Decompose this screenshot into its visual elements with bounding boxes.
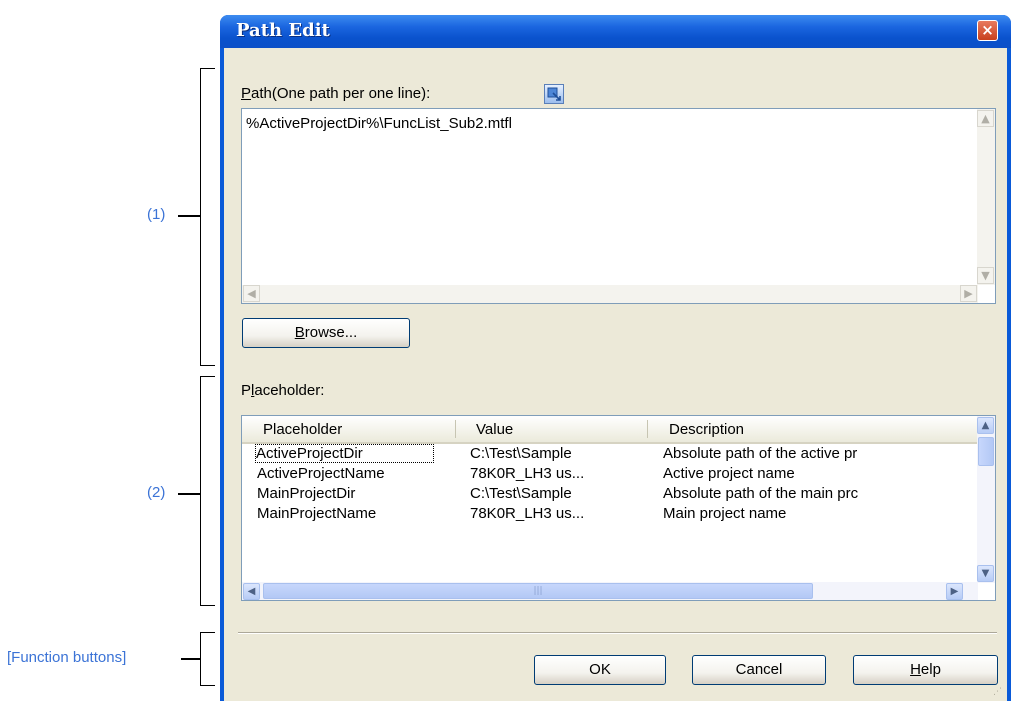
annotation-section-2-bracket (200, 376, 215, 606)
list-horizontal-scrollbar[interactable]: ◀ ||| ▶ (242, 582, 978, 600)
browse-mnemonic: B (294, 324, 305, 341)
scroll-left-arrow-icon[interactable]: ◀ (243, 285, 260, 302)
browse-button[interactable]: Browse... (242, 318, 410, 348)
path-label-mnemonic: P (241, 85, 252, 102)
list-item[interactable]: MainProjectName 78K0R_LH3 us... Main pro… (242, 505, 978, 525)
list-item-placeholder: MainProjectDir (257, 485, 356, 502)
annotation-function-buttons-label: [Function buttons] (7, 649, 127, 666)
scroll-down-arrow-icon[interactable]: ▼ (977, 267, 994, 284)
list-item-value: 78K0R_LH3 us... (470, 465, 585, 482)
cancel-button[interactable]: Cancel (692, 655, 826, 685)
column-header-description[interactable]: Description (669, 421, 744, 438)
list-item-value: 78K0R_LH3 us... (470, 505, 585, 522)
browse-label: rowse... (304, 324, 358, 341)
path-textarea-value: %ActiveProjectDir%\FuncList_Sub2.mtfl (246, 115, 512, 132)
scroll-up-arrow-icon[interactable]: ▲ (977, 417, 994, 434)
annotation-section-2-tick (178, 493, 200, 495)
close-button[interactable]: × (977, 20, 998, 41)
placeholder-label-first: P (241, 382, 252, 399)
placeholder-insert-icon[interactable] (544, 84, 564, 104)
path-textarea[interactable]: %ActiveProjectDir%\FuncList_Sub2.mtfl ▲ … (241, 108, 996, 304)
list-item[interactable]: ActiveProjectDir C:\Test\Sample Absolute… (242, 444, 978, 465)
column-divider[interactable] (455, 420, 456, 438)
column-header-value[interactable]: Value (476, 421, 513, 438)
path-label-text: ath(One path per one line): (251, 85, 431, 102)
annotation-section-1-bracket (200, 68, 215, 366)
list-item-description: Absolute path of the main prc (663, 485, 859, 502)
annotation-section-1-tick (178, 215, 200, 217)
help-label: elp (920, 661, 941, 678)
annotation-section-1-label: (1) (147, 206, 166, 223)
list-item[interactable]: ActiveProjectName 78K0R_LH3 us... Active… (242, 465, 978, 485)
column-divider[interactable] (647, 420, 648, 438)
path-vertical-scrollbar[interactable]: ▲ ▼ (977, 109, 995, 285)
scroll-left-arrow-icon[interactable]: ◀ (243, 583, 260, 600)
scroll-right-arrow-icon[interactable]: ▶ (946, 583, 963, 600)
title-bar[interactable]: Path Edit × (220, 15, 1011, 48)
vertical-scroll-thumb[interactable] (978, 437, 994, 466)
path-horizontal-scrollbar[interactable]: ◀ ▶ (242, 285, 978, 303)
cancel-label: Cancel (735, 661, 783, 678)
list-item-placeholder: MainProjectName (257, 505, 377, 522)
annotation-function-buttons-tick (181, 658, 200, 660)
placeholder-label: Placeholder: (241, 382, 324, 399)
scroll-down-arrow-icon[interactable]: ▼ (977, 565, 994, 582)
list-item-placeholder: ActiveProjectName (257, 465, 385, 482)
close-icon: × (981, 21, 994, 39)
list-item-value: C:\Test\Sample (470, 445, 572, 462)
button-divider (238, 632, 997, 634)
scroll-right-arrow-icon[interactable]: ▶ (960, 285, 977, 302)
annotation-function-buttons-bracket (200, 632, 215, 686)
path-label: Path(One path per one line): (241, 85, 430, 102)
placeholder-list[interactable]: Placeholder Value Description ActiveProj… (241, 415, 996, 601)
list-vertical-scrollbar[interactable]: ▲ ▼ (977, 416, 995, 583)
help-mnemonic: H (910, 661, 921, 678)
help-button[interactable]: Help (853, 655, 998, 685)
list-item-description: Absolute path of the active pr (663, 445, 858, 462)
list-header: Placeholder Value Description (242, 416, 978, 444)
placeholder-label-text: aceholder: (254, 382, 325, 399)
resize-grip-icon[interactable]: ⋰ (993, 687, 1005, 699)
list-item[interactable]: MainProjectDir C:\Test\Sample Absolute p… (242, 485, 978, 505)
horizontal-scroll-thumb[interactable]: ||| (263, 583, 813, 599)
list-item-description: Active project name (663, 465, 795, 482)
list-item-description: Main project name (663, 505, 787, 522)
window-title: Path Edit (236, 20, 330, 41)
list-item-value: C:\Test\Sample (470, 485, 572, 502)
ok-button[interactable]: OK (534, 655, 666, 685)
annotation-section-2-label: (2) (147, 484, 166, 501)
scroll-up-arrow-icon[interactable]: ▲ (977, 110, 994, 127)
ok-label: OK (589, 661, 611, 678)
column-header-placeholder[interactable]: Placeholder (263, 421, 342, 438)
list-item-placeholder: ActiveProjectDir (255, 444, 434, 463)
dialog-client-area: Path(One path per one line): %ActiveProj… (224, 48, 1007, 701)
path-edit-dialog: Path Edit × Path(One path per one line):… (220, 15, 1011, 701)
